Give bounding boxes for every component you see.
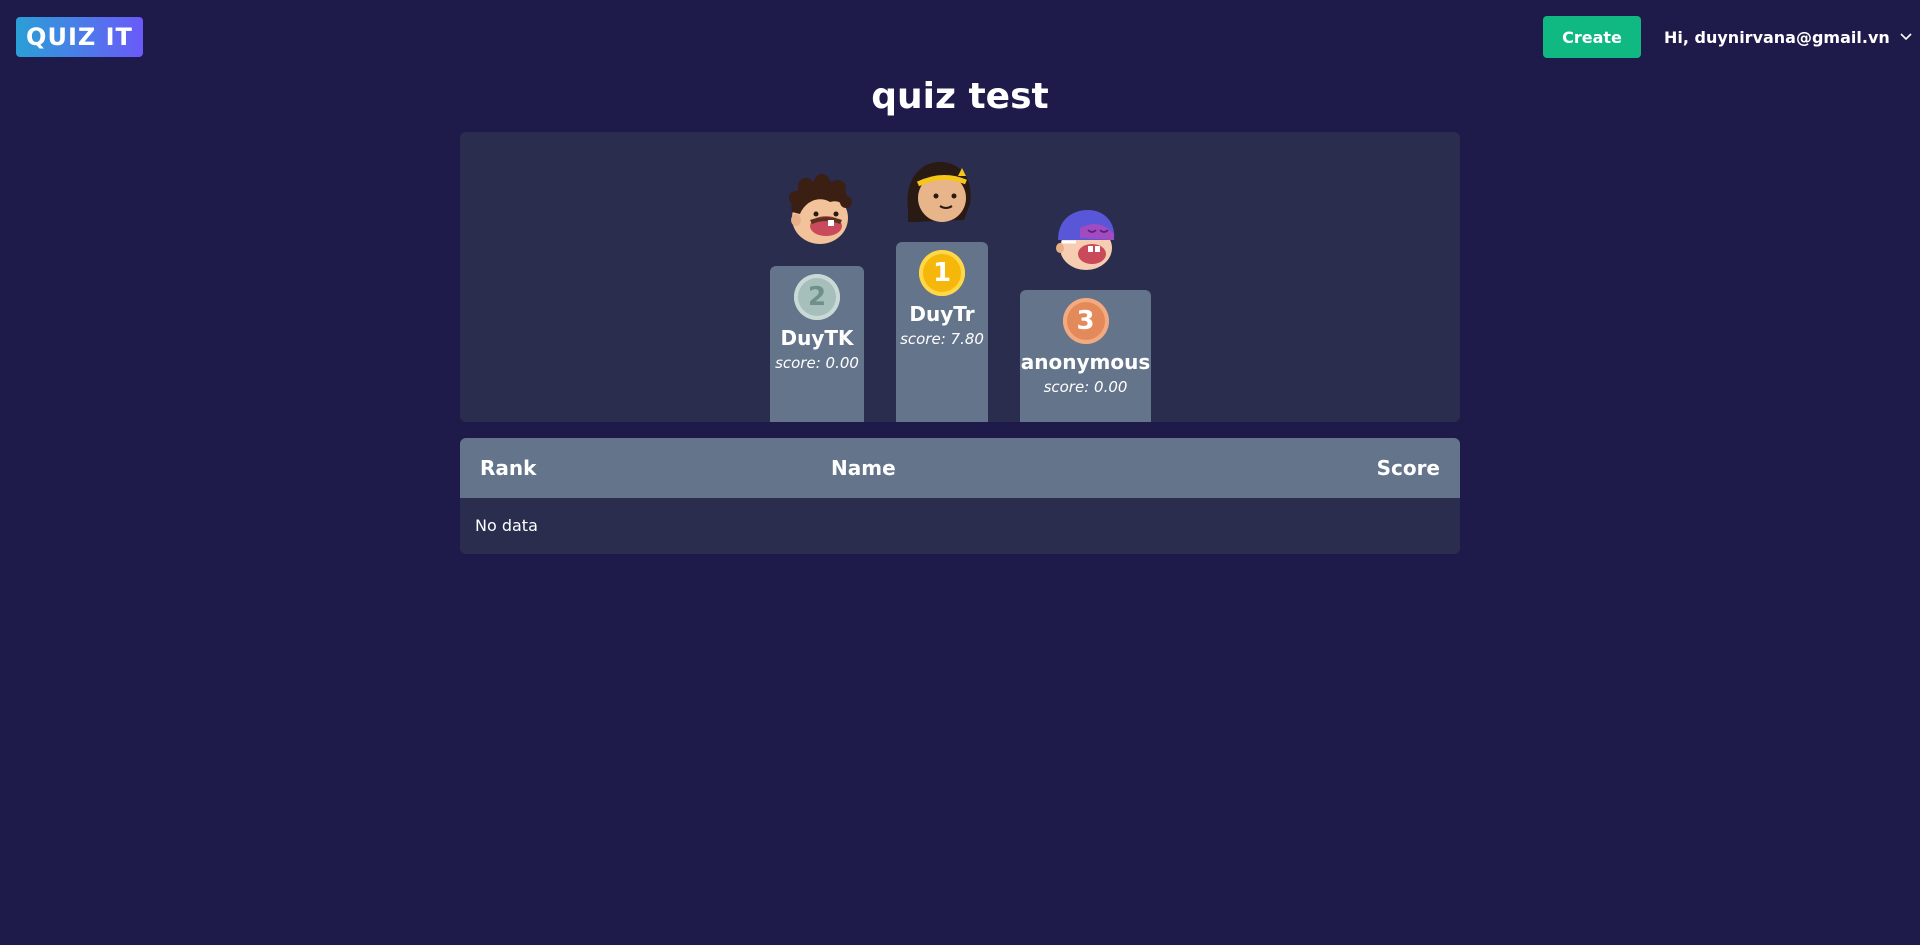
column-header-rank[interactable]: Rank — [480, 438, 536, 498]
avatar-third-place — [1050, 208, 1122, 274]
create-button[interactable]: Create — [1543, 16, 1641, 58]
podium-score: score: 0.00 — [775, 354, 859, 372]
column-header-score[interactable]: Score — [1377, 438, 1440, 498]
podium-third-place: 3 anonymous score: 0.00 — [1020, 290, 1151, 422]
podium-score: score: 0.00 — [1043, 378, 1128, 396]
user-greeting: Hi, duynirvana@gmail.vn — [1664, 27, 1890, 47]
podium-score: score: 7.80 — [900, 330, 984, 348]
podium-first-place: 1 DuyTr score: 7.80 — [896, 242, 988, 422]
empty-state-text: No data — [475, 516, 538, 535]
silver-medal-icon: 2 — [794, 274, 840, 320]
avatar-first-place — [900, 160, 976, 232]
podium-second-place: 2 DuyTK score: 0.00 — [770, 266, 864, 422]
table-header: Rank Name Score — [460, 438, 1460, 498]
top-header: QUIZ IT Create Hi, duynirvana@gmail.vn — [0, 0, 1920, 74]
page-title: quiz test — [871, 76, 1049, 117]
podium-panel: 2 DuyTK score: 0.00 1 DuyTr score: 7.80 … — [460, 132, 1460, 422]
gold-medal-icon: 1 — [919, 250, 965, 296]
user-menu[interactable]: Hi, duynirvana@gmail.vn — [1664, 16, 1912, 58]
leaderboard-table: Rank Name Score No data — [460, 438, 1460, 554]
bronze-medal-icon: 3 — [1062, 298, 1109, 344]
quiz-it-logo[interactable]: QUIZ IT — [16, 17, 143, 57]
column-header-name[interactable]: Name — [831, 438, 896, 498]
podium-name: DuyTr — [909, 302, 975, 326]
chevron-down-icon — [1900, 33, 1912, 41]
avatar-second-place — [780, 174, 856, 248]
podium-name: anonymous — [1020, 350, 1151, 374]
podium-name: DuyTK — [780, 326, 854, 350]
